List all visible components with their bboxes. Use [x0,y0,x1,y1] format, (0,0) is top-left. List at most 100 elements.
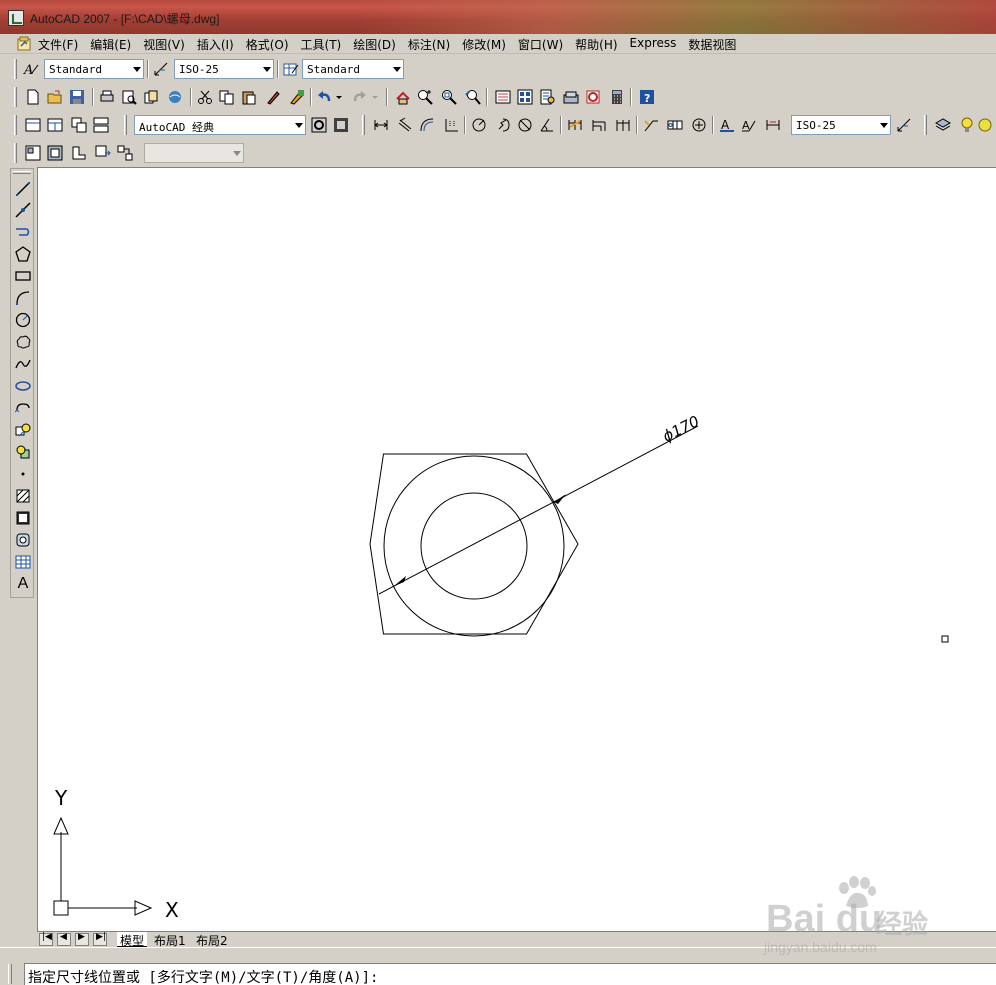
menu-edit[interactable]: 编辑(E) [90,36,138,53]
last-tab-button[interactable]: ▶| [93,932,107,946]
menu-insert[interactable]: 插入(I) [197,36,241,53]
menu-express[interactable]: Express [630,36,684,53]
menu-help[interactable]: 帮助(H) [575,36,624,53]
multiline-text-icon[interactable]: A [13,574,33,594]
workspace-save-icon[interactable] [332,116,350,134]
tab-layout1[interactable]: 布局1 [151,932,189,948]
jogged-dimension-icon[interactable] [494,116,512,134]
angular-dimension-icon[interactable] [538,116,556,134]
zoom-previous-icon[interactable] [464,88,482,106]
redo-icon[interactable] [350,88,368,106]
layer-select[interactable] [144,143,244,163]
radius-dimension-icon[interactable] [470,116,488,134]
dimension-style-select[interactable]: ISO-25 [791,115,891,135]
tool-palettes-icon[interactable] [538,88,556,106]
menu-file[interactable]: 文件(F) [38,36,85,53]
layer-on-bulb-icon[interactable] [958,116,976,134]
insert-block-icon[interactable] [13,420,33,440]
arc-icon[interactable] [13,288,33,308]
new-file-icon[interactable] [24,88,42,106]
layer-previous-icon[interactable] [24,144,42,162]
menu-data-view[interactable]: 数据视图 [688,36,743,53]
polygon-icon[interactable] [13,244,33,264]
match-properties-icon[interactable] [264,88,282,106]
publish-icon[interactable] [142,88,160,106]
tab-model[interactable]: 模型 [117,932,148,948]
toolbar-grip[interactable] [13,171,31,174]
redo-dropdown-icon[interactable] [370,88,380,106]
layout-tile-icon[interactable] [24,116,42,134]
drawing-canvas[interactable]: ϕ170 Y X [37,167,996,931]
table-style-icon[interactable] [282,60,300,78]
menu-window[interactable]: 窗口(W) [518,36,570,53]
dimension-edit-icon[interactable]: A [718,116,736,134]
gradient-icon[interactable] [13,508,33,528]
document-icon[interactable] [16,36,32,52]
arc-length-icon[interactable] [418,116,436,134]
region-icon[interactable] [13,530,33,550]
3d-dwf-icon[interactable] [166,88,184,106]
layer-match-icon[interactable] [94,144,112,162]
ordinate-dimension-icon[interactable] [442,116,460,134]
help-icon[interactable]: ? [638,88,656,106]
menu-dimension[interactable]: 标注(N) [408,36,457,53]
quick-dimension-icon[interactable] [566,116,584,134]
layer-thaw-icon[interactable] [976,116,994,134]
dimension-style-icon[interactable] [152,60,170,78]
first-tab-button[interactable]: |◀ [39,932,53,946]
nut-outer-circle[interactable] [383,455,565,637]
linear-dimension-icon[interactable] [372,116,390,134]
menu-tools[interactable]: 工具(T) [301,36,349,53]
next-tab-button[interactable]: ▶ [75,932,89,946]
diameter-dimension-text[interactable]: ϕ170 [660,412,703,446]
baseline-dimension-icon[interactable] [590,116,608,134]
paste-icon[interactable] [240,88,258,106]
toolbar-grip[interactable] [14,143,17,163]
grip-point[interactable] [941,635,949,643]
sheet-set-manager-icon[interactable] [562,88,580,106]
text-style-select[interactable]: Standard [44,59,144,79]
toolbar-grip[interactable] [924,115,927,135]
tolerance-icon[interactable] [666,116,684,134]
ellipse-arc-icon[interactable] [13,398,33,418]
command-window-grip[interactable] [8,964,12,984]
undo-icon[interactable] [316,88,334,106]
cut-icon[interactable] [196,88,214,106]
revision-cloud-icon[interactable] [13,332,33,352]
layer-states-icon[interactable] [46,144,64,162]
layout-arrange-icon[interactable] [92,116,110,134]
aligned-dimension-icon[interactable] [396,116,414,134]
command-line[interactable]: 指定尺寸线位置或 [多行文字(M)/文字(T)/角度(A)]: [24,963,996,985]
rectangle-icon[interactable] [13,266,33,286]
diameter-dimension-icon[interactable] [516,116,534,134]
menu-modify[interactable]: 修改(M) [462,36,513,53]
ellipse-icon[interactable] [13,376,33,396]
save-icon[interactable] [68,88,86,106]
quick-leader-icon[interactable] [642,116,660,134]
prev-tab-button[interactable]: ◀ [57,932,71,946]
make-block-icon[interactable] [13,442,33,462]
layout-tile-vertical-icon[interactable] [70,116,88,134]
dimension-style-manager-icon[interactable] [895,116,913,134]
layer-isolate-icon[interactable] [70,144,88,162]
undo-dropdown-icon[interactable] [334,88,344,106]
toolbar-grip[interactable] [124,115,127,135]
spline-icon[interactable] [13,354,33,374]
plot-icon[interactable] [98,88,116,106]
dim-style-select[interactable]: ISO-25 [174,59,274,79]
construction-line-icon[interactable] [13,200,33,220]
tab-layout2[interactable]: 布局2 [193,932,231,948]
zoom-realtime-icon[interactable] [416,88,434,106]
layer-walk-icon[interactable] [116,144,134,162]
table-icon[interactable] [13,552,33,572]
workspace-select[interactable]: AutoCAD 经典 [134,115,306,135]
layer-manager-icon[interactable] [934,116,952,134]
markup-set-manager-icon[interactable] [584,88,602,106]
dimension-update-icon[interactable] [764,116,782,134]
pan-realtime-icon[interactable] [394,88,412,106]
design-center-icon[interactable] [516,88,534,106]
point-icon[interactable] [13,464,33,484]
open-file-icon[interactable] [46,88,64,106]
menu-format[interactable]: 格式(O) [246,36,296,53]
table-style-select[interactable]: Standard [302,59,404,79]
